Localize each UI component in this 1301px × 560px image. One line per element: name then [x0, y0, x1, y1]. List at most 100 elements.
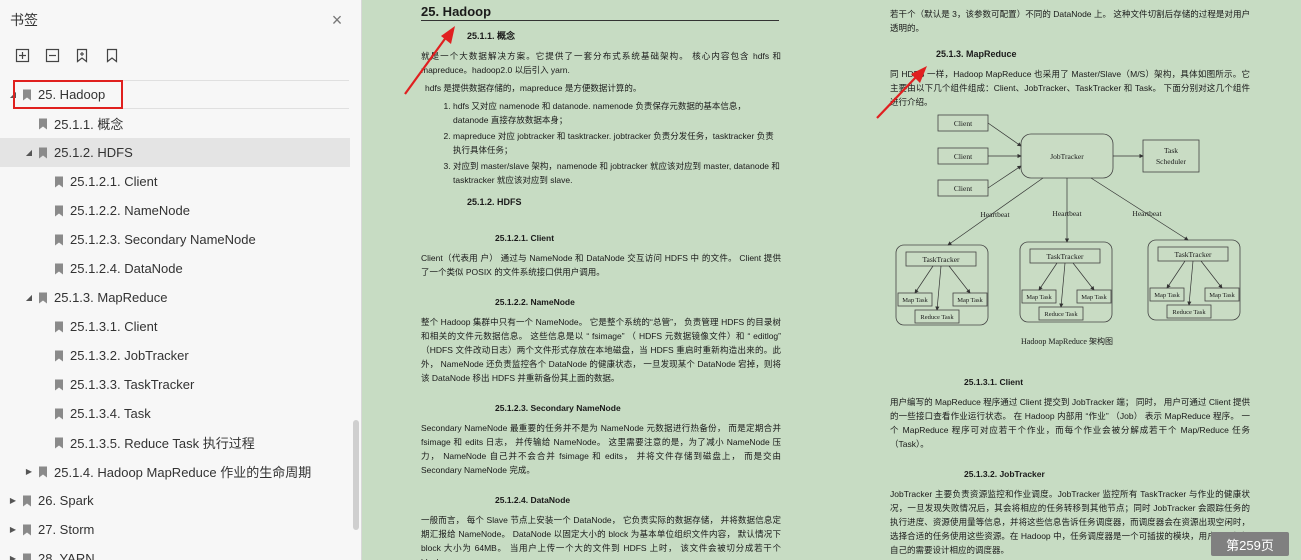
bookmark-icon[interactable]	[104, 47, 120, 63]
caret-down-icon[interactable]: ◢	[24, 293, 34, 302]
bookmark-icon	[39, 292, 47, 303]
bookmarks-title: 书签	[10, 12, 38, 28]
bookmark-icon	[55, 321, 63, 332]
diagram-label-tasktracker: TaskTracker	[922, 255, 960, 264]
bookmark-item[interactable]: ▶ 27. Storm	[0, 515, 350, 544]
diagram-label-maptask: Map Task	[1081, 294, 1107, 301]
diagram-label-heartbeat: Heartbeat	[980, 210, 1010, 219]
subsection-heading: 25.1.2.1. Client	[495, 233, 555, 243]
row-divider	[123, 80, 349, 109]
bookmark-item[interactable]: ◢ 25.1.2. HDFS	[0, 138, 350, 167]
bookmark-icon	[55, 176, 63, 187]
diagram-label-maptask: Map Task	[902, 297, 928, 304]
bookmark-item[interactable]: ◢ 25.1.3. MapReduce	[0, 283, 350, 312]
bookmark-icon	[23, 524, 31, 535]
bookmark-icon	[55, 437, 63, 448]
diagram-label-maptask: Map Task	[1026, 294, 1052, 301]
subsection-heading: 25.1.2.4. DataNode	[495, 495, 571, 505]
diagram-label-reducetask: Reduce Task	[920, 314, 954, 321]
diagram-label-reducetask: Reduce Task	[1044, 311, 1078, 318]
section-heading: 25.1.3. MapReduce	[936, 49, 1017, 59]
bookmark-item[interactable]: 25.1.2.1. Client	[0, 167, 350, 196]
bookmark-item[interactable]: 25.1.2.4. DataNode	[0, 254, 350, 283]
bookmark-label: 25.1.4. Hadoop MapReduce 作业的生命周期	[54, 465, 312, 480]
document-view: 25. Hadoop 25.1.1. 概念 就是一个大数据解决方案。它提供了一套…	[363, 0, 1301, 560]
paragraph: 若干个（默认是 3，该参数可配置）不同的 DataNode 上。 这种文件切割后…	[890, 9, 1250, 33]
diagram-label-tasktracker: TaskTracker	[1046, 252, 1084, 261]
bookmark-label: 28. YARN	[38, 551, 95, 560]
bookmark-item[interactable]: 25.1.3.4. Task	[0, 399, 350, 428]
sidebar-scrollbar[interactable]	[353, 420, 359, 530]
bookmark-item[interactable]: ◢ 25. Hadoop	[0, 80, 350, 109]
collapse-all-icon[interactable]	[44, 47, 60, 63]
diagram-label-reducetask: Reduce Task	[1172, 309, 1206, 316]
bookmark-label: 26. Spark	[38, 493, 94, 508]
bookmark-label: 25.1.3.4. Task	[70, 406, 151, 421]
subsection-heading: 25.1.3.2. JobTracker	[964, 469, 1045, 479]
bookmark-label: 27. Storm	[38, 522, 95, 537]
bookmark-item[interactable]: 25.1.3.3. TaskTracker	[0, 370, 350, 399]
bookmark-icon	[55, 408, 63, 419]
bookmark-item[interactable]: ▶ 28. YARN	[0, 544, 350, 560]
bookmark-label: 25.1.2.2. NameNode	[70, 203, 190, 218]
expand-all-icon[interactable]	[14, 47, 30, 63]
caret-down-icon[interactable]: ◢	[8, 90, 18, 99]
bookmark-icon	[39, 118, 47, 129]
diagram-label-tasktracker: TaskTracker	[1174, 250, 1212, 259]
paragraph: 一般而言， 每个 Slave 节点上安装一个 DataNode， 它负责实际的数…	[421, 515, 781, 560]
section-heading: 25.1.2. HDFS	[467, 197, 522, 207]
bookmark-label: 25.1.3.2. JobTracker	[70, 348, 189, 363]
bookmark-icon	[55, 350, 63, 361]
bookmark-item[interactable]: ▶ 25.1.4. Hadoop MapReduce 作业的生命周期	[0, 457, 350, 486]
diagram-label-heartbeat: Heartbeat	[1132, 209, 1162, 218]
section-heading: 25.1.1. 概念	[467, 31, 516, 41]
bookmark-icon	[55, 205, 63, 216]
bookmark-item[interactable]: ▶ 26. Spark	[0, 486, 350, 515]
bookmark-item[interactable]: 25.1.2.2. NameNode	[0, 196, 350, 225]
bookmark-item[interactable]: 25.1.3.2. JobTracker	[0, 341, 350, 370]
caret-right-icon[interactable]: ▶	[8, 525, 18, 534]
bookmarks-toolbar	[0, 40, 361, 70]
mapreduce-architecture-diagram: Client Client Client JobTracker Task Sch…	[895, 114, 1241, 346]
bookmark-label: 25.1.3.3. TaskTracker	[70, 377, 195, 392]
diagram-label-scheduler: Scheduler	[1156, 157, 1186, 166]
diagram-label-maptask: Map Task	[1209, 292, 1235, 299]
bookmark-item[interactable]: 25.1.3.1. Client	[0, 312, 350, 341]
diagram-caption: Hadoop MapReduce 架构图	[1021, 336, 1113, 346]
paragraph: 就是一个大数据解决方案。它提供了一套分布式系统基础架构。 核心内容包含 hdfs…	[421, 51, 781, 75]
annotation-arrow	[404, 26, 455, 95]
bookmark-item[interactable]: 25.1.1. 概念	[0, 109, 350, 138]
bookmark-label: 25.1.2. HDFS	[54, 145, 133, 160]
bookmark-icon	[23, 89, 31, 100]
bookmark-label: 25. Hadoop	[38, 87, 106, 102]
diagram-label-maptask: Map Task	[1154, 292, 1180, 299]
close-icon[interactable]: ×	[327, 10, 347, 30]
paragraph: 同 HDFS 一样，Hadoop MapReduce 也采用了 Master/S…	[890, 69, 1250, 107]
bookmark-label: 25.1.2.3. Secondary NameNode	[70, 232, 256, 247]
bookmark-tree: ◢ 25. Hadoop 25.1.1. 概念 ◢ 25.1.2. HDFS 25.1.2…	[0, 80, 350, 560]
bookmark-item[interactable]: 25.1.3.5. Reduce Task 执行过程	[0, 428, 350, 457]
bookmark-label: 25.1.1. 概念	[54, 117, 124, 132]
diagram-label-client: Client	[954, 119, 973, 128]
bookmark-icon	[39, 147, 47, 158]
caret-down-icon[interactable]: ◢	[24, 148, 34, 157]
bookmark-label: 25.1.3.1. Client	[70, 319, 158, 334]
bookmark-label: 25.1.3.5. Reduce Task 执行过程	[70, 436, 255, 451]
caret-right-icon[interactable]: ▶	[8, 554, 18, 560]
subsection-heading: 25.1.2.2. NameNode	[495, 297, 575, 307]
bookmark-item[interactable]: 25.1.2.3. Secondary NameNode	[0, 225, 350, 254]
caret-right-icon[interactable]: ▶	[8, 496, 18, 505]
bookmark-label: 25.1.2.4. DataNode	[70, 261, 183, 276]
bookmark-icon	[23, 553, 31, 560]
paragraph: hdfs 是提供数据存储的，mapreduce 是方便数据计算的。	[425, 83, 642, 93]
bookmark-label: 25.1.3. MapReduce	[54, 290, 168, 305]
bookmark-icon	[55, 234, 63, 245]
subsection-heading: 25.1.3.1. Client	[964, 377, 1024, 387]
subsection-heading: 25.1.2.3. Secondary NameNode	[495, 403, 621, 413]
add-bookmark-icon[interactable]	[74, 47, 90, 63]
bookmark-icon	[55, 379, 63, 390]
list-item: 对应到 master/slave 架构，namenode 和 jobtracke…	[453, 159, 781, 187]
paragraph: Secondary NameNode 最重要的任务并不是为 NameNode 元…	[421, 423, 781, 475]
page-left: 25. Hadoop 25.1.1. 概念 就是一个大数据解决方案。它提供了一套…	[421, 0, 781, 560]
caret-right-icon[interactable]: ▶	[24, 467, 34, 476]
